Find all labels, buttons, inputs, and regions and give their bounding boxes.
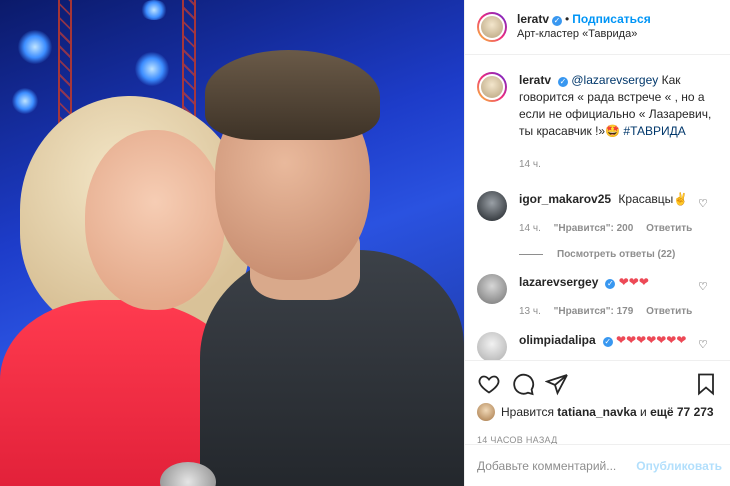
- comment-icon[interactable]: [511, 372, 535, 396]
- heart-outline-icon[interactable]: ♡: [698, 340, 708, 351]
- comment-text: ❤❤❤❤❤❤❤: [616, 333, 687, 347]
- comment-text: ❤❤❤: [618, 275, 649, 289]
- bookmark-icon[interactable]: [694, 372, 718, 396]
- caption-mention[interactable]: @lazarevsergey: [571, 73, 658, 87]
- man-hair: [205, 50, 380, 140]
- heart-icon[interactable]: [477, 372, 501, 396]
- location-link[interactable]: Арт-кластер «Таврида»: [517, 27, 651, 42]
- heart-outline-icon[interactable]: ♡: [698, 199, 708, 210]
- comment-time[interactable]: 14 ч.: [519, 223, 541, 234]
- avatar[interactable]: [477, 72, 507, 102]
- comment-time[interactable]: 13 ч.: [519, 306, 541, 317]
- caption-time[interactable]: 14 ч.: [519, 159, 541, 170]
- post-photo[interactable]: [0, 0, 464, 486]
- stage-light: [140, 0, 168, 20]
- avatar[interactable]: [477, 12, 507, 42]
- liked-rest[interactable]: ещё 77 273: [650, 405, 714, 419]
- comment-row: olimpiadalipa ✓ ❤❤❤❤❤❤❤ ♡: [477, 332, 718, 360]
- caption-hashtag[interactable]: #ТАВРИДА: [623, 124, 685, 138]
- replies-line: [519, 254, 543, 255]
- verified-check-icon: ✓: [558, 77, 569, 87]
- stage-truss: [182, 0, 196, 120]
- avatar[interactable]: [477, 191, 507, 221]
- add-comment-bar: Опубликовать: [465, 444, 730, 486]
- comment-row: lazarevsergey ✓ ❤❤❤ 13 ч. "Нравится": 179…: [477, 274, 718, 320]
- woman-face: [85, 130, 225, 310]
- liked-prefix: Нравится: [501, 405, 554, 419]
- liker-avatar: [477, 403, 495, 421]
- reply-button[interactable]: Ответить: [646, 223, 692, 234]
- header-username[interactable]: leratv: [517, 12, 549, 26]
- comment-username[interactable]: lazarevsergey: [519, 275, 598, 289]
- separator-dot: •: [565, 12, 570, 26]
- comment-username[interactable]: igor_makarov25: [519, 192, 611, 206]
- post-header: leratv ✓ • Подписаться Арт-кластер «Таврида…: [465, 0, 730, 55]
- avatar[interactable]: [477, 274, 507, 304]
- likes-summary[interactable]: Нравится tatiana_navka и ещё 77 273: [477, 403, 718, 421]
- liked-user[interactable]: tatiana_navka: [557, 405, 636, 419]
- reply-button[interactable]: Ответить: [646, 306, 692, 317]
- view-replies-button[interactable]: Посмотреть ответы (22): [519, 249, 718, 260]
- avatar[interactable]: [477, 332, 507, 360]
- heart-outline-icon[interactable]: ♡: [698, 282, 708, 293]
- caption: leratv ✓ @lazarevsergey Как говорится « р…: [477, 72, 718, 173]
- comment-likes[interactable]: "Нравится": 179: [554, 306, 634, 317]
- comment-row: igor_makarov25 Красавцы✌ 14 ч. "Нравится…: [477, 191, 718, 237]
- view-replies-label: Посмотреть ответы (22): [557, 249, 676, 260]
- stage-light: [18, 30, 52, 64]
- stage-light: [135, 52, 169, 86]
- caption-username[interactable]: leratv: [519, 73, 551, 87]
- share-icon[interactable]: [545, 372, 569, 396]
- comment-likes[interactable]: "Нравится": 200: [554, 223, 634, 234]
- stage-light: [12, 88, 38, 114]
- comment-username[interactable]: olimpiadalipa: [519, 333, 596, 347]
- comments-list[interactable]: leratv ✓ @lazarevsergey Как говорится « р…: [465, 56, 730, 360]
- verified-check-icon: ✓: [602, 337, 613, 347]
- verified-check-icon: ✓: [552, 16, 563, 26]
- verified-check-icon: ✓: [605, 279, 616, 289]
- follow-button[interactable]: Подписаться: [572, 12, 650, 26]
- publish-button[interactable]: Опубликовать: [636, 459, 722, 473]
- liked-and: и: [640, 405, 647, 419]
- post-side-panel: leratv ✓ • Подписаться Арт-кластер «Таврида…: [464, 0, 730, 486]
- comment-text: Красавцы✌: [618, 192, 689, 206]
- post-actions: Нравится tatiana_navka и ещё 77 273 14 Ч…: [465, 360, 730, 445]
- comment-input[interactable]: [477, 458, 637, 473]
